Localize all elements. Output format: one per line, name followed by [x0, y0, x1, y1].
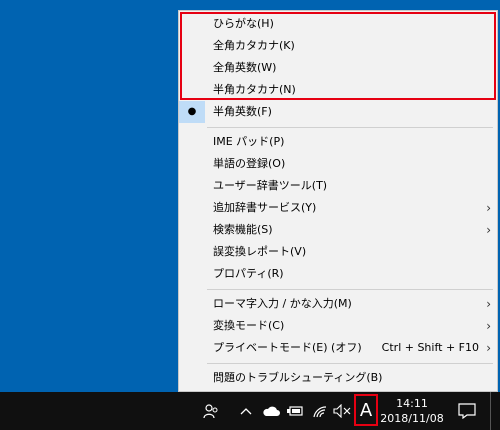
menu-item-user-dictionary[interactable]: ユーザー辞書ツール(T) [179, 175, 497, 197]
menu-item-label: ユーザー辞書ツール(T) [213, 179, 328, 192]
menu-item-halfwidth-katakana[interactable]: 半角カタカナ(N) [179, 79, 497, 101]
ime-mode-indicator[interactable]: A [356, 392, 376, 430]
menu-separator [207, 363, 493, 364]
menu-item-label: 単語の登録(O) [213, 157, 286, 170]
menu-item-troubleshooting[interactable]: 問題のトラブルシューティング(B) [179, 367, 497, 389]
menu-item-label: 全角英数(W) [213, 61, 277, 74]
menu-item-word-register[interactable]: 単語の登録(O) [179, 153, 497, 175]
menu-item-hiragana[interactable]: ひらがな(H) [179, 13, 497, 35]
chevron-up-icon[interactable] [238, 392, 254, 430]
battery-icon[interactable] [284, 392, 306, 430]
chevron-right-icon: › [486, 319, 491, 333]
chevron-right-icon: › [486, 297, 491, 311]
ime-context-menu: ひらがな(H) 全角カタカナ(K) 全角英数(W) 半角カタカナ(N) ● 半角… [178, 10, 498, 392]
taskbar-clock[interactable]: 14:11 2018/11/08 [380, 396, 444, 426]
chevron-right-icon: › [486, 341, 491, 355]
chevron-right-icon: › [486, 201, 491, 215]
menu-separator [207, 289, 493, 290]
notification-icon[interactable] [454, 392, 480, 430]
chevron-right-icon: › [486, 223, 491, 237]
menu-item-label: 追加辞書サービス(Y) [213, 201, 317, 214]
checked-bullet-icon: ● [179, 101, 205, 123]
menu-item-label: 半角カタカナ(N) [213, 83, 296, 96]
menu-item-label: 検索機能(S) [213, 223, 273, 236]
menu-separator [207, 127, 493, 128]
clock-time: 14:11 [396, 397, 428, 410]
people-icon[interactable] [200, 392, 222, 430]
menu-item-romaji-kana-input[interactable]: ローマ字入力 / かな入力(M) › [179, 293, 497, 315]
menu-item-conversion-mode[interactable]: 変換モード(C) › [179, 315, 497, 337]
volume-muted-icon[interactable] [332, 392, 352, 430]
shortcut-text: Ctrl + Shift + F10 [381, 341, 479, 354]
menu-item-label: IME パッド(P) [213, 135, 285, 148]
menu-item-halfwidth-alphanumeric[interactable]: ● 半角英数(F) [179, 101, 497, 123]
menu-item-properties[interactable]: プロパティ(R) [179, 263, 497, 285]
menu-item-label: 全角カタカナ(K) [213, 39, 295, 52]
wifi-icon[interactable] [310, 392, 330, 430]
menu-item-label: 問題のトラブルシューティング(B) [213, 371, 383, 384]
menu-item-misconversion-report[interactable]: 誤変換レポート(V) [179, 241, 497, 263]
menu-item-additional-dictionary[interactable]: 追加辞書サービス(Y) › [179, 197, 497, 219]
menu-item-label: 変換モード(C) [213, 319, 285, 332]
menu-item-label: 半角英数(F) [213, 105, 272, 118]
menu-item-private-mode[interactable]: プライベートモード(E) (オフ) Ctrl + Shift + F10 › [179, 337, 497, 359]
menu-item-label: ローマ字入力 / かな入力(M) [213, 297, 352, 310]
menu-item-fullwidth-katakana[interactable]: 全角カタカナ(K) [179, 35, 497, 57]
menu-item-label: プライベートモード(E) (オフ) [213, 341, 362, 354]
menu-item-ime-pad[interactable]: IME パッド(P) [179, 131, 497, 153]
menu-item-search-function[interactable]: 検索機能(S) › [179, 219, 497, 241]
menu-item-fullwidth-alphanumeric[interactable]: 全角英数(W) [179, 57, 497, 79]
show-desktop-divider[interactable] [490, 392, 491, 430]
onedrive-icon[interactable] [260, 392, 282, 430]
menu-item-label: ひらがな(H) [213, 17, 274, 30]
clock-date: 2018/11/08 [380, 412, 444, 425]
menu-item-label: 誤変換レポート(V) [213, 245, 307, 258]
menu-item-label: プロパティ(R) [213, 267, 284, 280]
